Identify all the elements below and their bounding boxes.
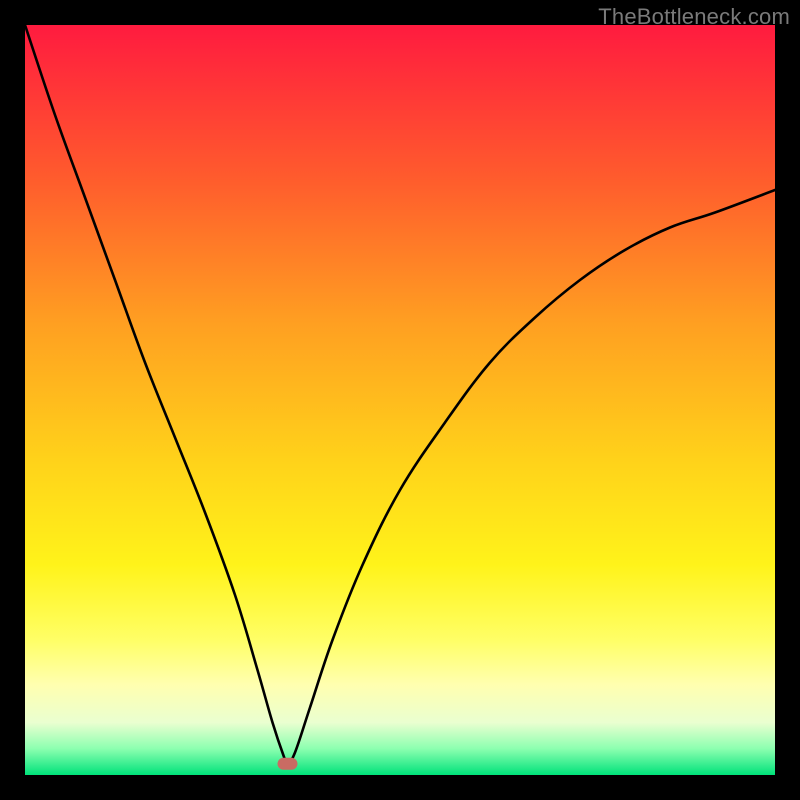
- chart-frame: TheBottleneck.com: [0, 0, 800, 800]
- plot-area: [25, 25, 775, 775]
- min-point-marker: [278, 758, 298, 770]
- chart-svg: [25, 25, 775, 775]
- gradient-background: [25, 25, 775, 775]
- watermark-text: TheBottleneck.com: [598, 4, 790, 30]
